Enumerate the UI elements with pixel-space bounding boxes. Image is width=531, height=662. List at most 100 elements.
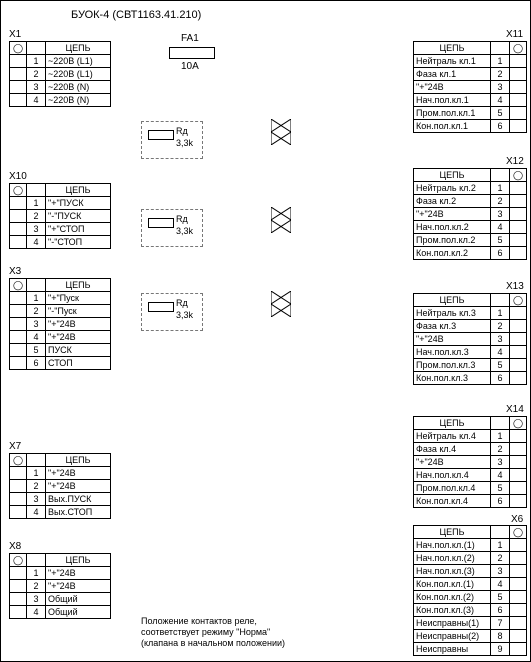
table-row: Пром.пол.кл.35 <box>414 359 527 372</box>
table-row: Нейтраль кл.21 <box>414 182 527 195</box>
table-row: Пром.пол.кл.15 <box>414 107 527 120</box>
resistor-icon <box>148 130 174 140</box>
conn-x13: ЦЕПЬ◯ Нейтраль кл.31 Фаза кл.32 "+"24В3 … <box>413 293 527 385</box>
conn-label-x7: X7 <box>9 441 21 452</box>
res-name: Rд <box>176 214 188 224</box>
table-row: 3Вых.ПУСК <box>10 493 111 506</box>
conn-label-x11: X11 <box>506 29 523 40</box>
conn-label-x10: X10 <box>9 171 27 182</box>
table-row: Нач.пол.кл.44 <box>414 469 527 482</box>
table-row: Кон.пол.кл.(3)6 <box>414 604 527 617</box>
hdr-q-icon: ◯ <box>10 454 27 467</box>
table-row: Кон.пол.кл.(2)5 <box>414 591 527 604</box>
schematic-canvas: БУОК-4 (СВТ1163.41.210) FA1 10A X1 ◯ЦЕПЬ… <box>0 0 531 662</box>
hdr-q-icon: ◯ <box>510 42 527 55</box>
table-row: 2~220В (L1) <box>10 68 111 81</box>
fuse-rating: 10A <box>181 61 199 72</box>
conn-x14: ЦЕПЬ◯ Нейтраль кл.41 Фаза кл.42 "+"24В3 … <box>413 416 527 508</box>
table-row: Нач.пол.кл.(3)3 <box>414 565 527 578</box>
triac-icon <box>271 207 291 233</box>
table-row: "+"24В3 <box>414 333 527 346</box>
table-row: Кон.пол.кл.(1)4 <box>414 578 527 591</box>
table-row: 1"+"ПУСК <box>10 197 111 210</box>
conn-x12: ЦЕПЬ◯ Нейтраль кл.21 Фаза кл.22 "+"24В3 … <box>413 168 527 260</box>
hdr-q-icon: ◯ <box>10 279 27 292</box>
table-row: Кон.пол.кл.16 <box>414 120 527 133</box>
hdr-sig: ЦЕПЬ <box>46 42 111 55</box>
conn-label-x12: X12 <box>506 156 524 167</box>
conn-x11: ЦЕПЬ◯ Нейтраль кл.11 Фаза кл.12 "+"24В3 … <box>413 41 527 133</box>
table-row: Нейтраль кл.41 <box>414 430 527 443</box>
table-row: "+"24В3 <box>414 81 527 94</box>
conn-label-x1: X1 <box>9 29 21 40</box>
table-row: Нач.пол.кл.14 <box>414 94 527 107</box>
table-row: 4Общий <box>10 606 111 619</box>
resistor-icon <box>148 218 174 228</box>
conn-label-x6: X6 <box>511 514 523 525</box>
conn-x3: ◯ЦЕПЬ 1"+"Пуск 2"-"Пуск 3"+"24В 4"+"24В … <box>9 278 111 370</box>
table-row: Кон.пол.кл.26 <box>414 247 527 260</box>
hdr-q-icon: ◯ <box>10 554 27 567</box>
table-row: Нейтраль кл.31 <box>414 307 527 320</box>
fuse-name: FA1 <box>181 33 199 44</box>
conn-x10: ◯ЦЕПЬ 1"+"ПУСК 2"-"ПУСК 3"+"СТОП 4"-"СТО… <box>9 183 111 249</box>
conn-label-x3: X3 <box>9 266 21 277</box>
table-row: 3Общий <box>10 593 111 606</box>
table-row: 4"+"24В <box>10 331 111 344</box>
table-row: Фаза кл.42 <box>414 443 527 456</box>
resistor-icon <box>148 302 174 312</box>
table-row: 1"+"24В <box>10 567 111 580</box>
hdr-q-icon: ◯ <box>10 184 27 197</box>
table-row: Неисправны(2)8 <box>414 630 527 643</box>
table-row: Нач.пол.кл.24 <box>414 221 527 234</box>
conn-x7: ◯ЦЕПЬ 1"+"24В 2"+"24В 3Вых.ПУСК 4Вых.СТО… <box>9 453 111 519</box>
conn-x1: ◯ ЦЕПЬ 1~220В (L1) 2~220В (L1) 3~220В (N)… <box>9 41 111 107</box>
conn-label-x8: X8 <box>9 541 21 552</box>
table-row: Кон.пол.кл.36 <box>414 372 527 385</box>
triac-icon <box>271 119 291 145</box>
table-row: 6СТОП <box>10 357 111 370</box>
table-row: Нач.пол.кл.(1)1 <box>414 539 527 552</box>
table-row: 5ПУСК <box>10 344 111 357</box>
hdr-q-icon: ◯ <box>510 417 527 430</box>
hdr-q-icon: ◯ <box>510 169 527 182</box>
table-row: 3"+"24В <box>10 318 111 331</box>
table-row: Фаза кл.12 <box>414 68 527 81</box>
table-row: 4~220В (N) <box>10 94 111 107</box>
opto-block-3: Rд 3,3k <box>141 293 203 331</box>
opto-block-1: Rд 3,3k <box>141 121 203 159</box>
table-row: 1"+"24В <box>10 467 111 480</box>
table-row: Фаза кл.32 <box>414 320 527 333</box>
hdr-q-icon: ◯ <box>510 526 527 539</box>
table-row: Нач.пол.кл.34 <box>414 346 527 359</box>
table-row: Фаза кл.22 <box>414 195 527 208</box>
table-row: 1"+"Пуск <box>10 292 111 305</box>
hdr-q-icon: ◯ <box>10 42 27 55</box>
hdr-q-icon: ◯ <box>510 294 527 307</box>
table-row: "+"24В3 <box>414 208 527 221</box>
conn-label-x13: X13 <box>506 281 524 292</box>
table-row: Нейтраль кл.11 <box>414 55 527 68</box>
table-row: 1~220В (L1) <box>10 55 111 68</box>
table-row: 2"-"ПУСК <box>10 210 111 223</box>
table-row: "+"24В3 <box>414 456 527 469</box>
table-row: Пром.пол.кл.45 <box>414 482 527 495</box>
res-name: Rд <box>176 126 188 136</box>
res-name: Rд <box>176 298 188 308</box>
res-val: 3,3k <box>176 310 193 320</box>
title-text: БУОК-4 (СВТ1163.41.210) <box>71 9 201 21</box>
opto-block-2: Rд 3,3k <box>141 209 203 247</box>
table-row: Пром.пол.кл.25 <box>414 234 527 247</box>
triac-icon <box>271 291 291 317</box>
table-row: Неисправны(1)7 <box>414 617 527 630</box>
table-row: 2"+"24В <box>10 580 111 593</box>
table-row: 2"-"Пуск <box>10 305 111 318</box>
table-row: Нач.пол.кл.(2)2 <box>414 552 527 565</box>
res-val: 3,3k <box>176 138 193 148</box>
table-row: Неисправны9 <box>414 643 527 656</box>
table-row: 3~220В (N) <box>10 81 111 94</box>
table-row: 2"+"24В <box>10 480 111 493</box>
table-row: 4Вых.СТОП <box>10 506 111 519</box>
fuse-symbol <box>169 47 215 59</box>
table-row: Кон.пол.кл.46 <box>414 495 527 508</box>
